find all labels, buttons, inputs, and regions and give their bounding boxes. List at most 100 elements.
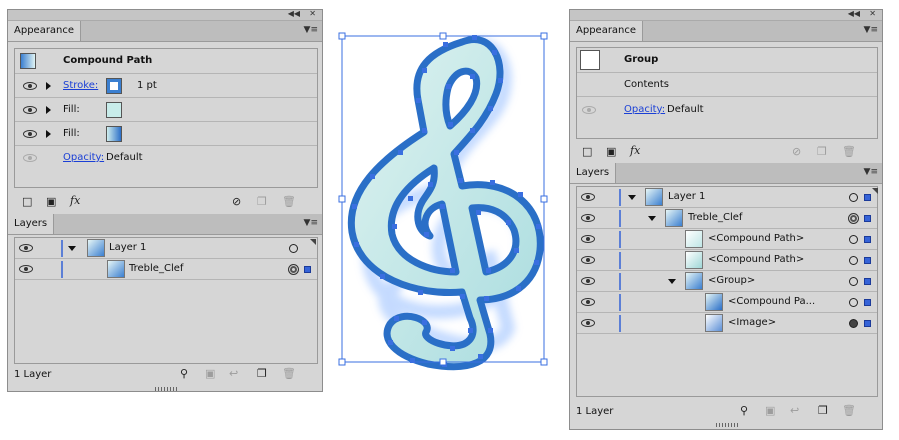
eye-icon[interactable] [581, 214, 595, 222]
layer-row[interactable]: <Image> [577, 313, 877, 334]
selection-indicator[interactable] [864, 215, 871, 222]
eye-icon[interactable] [581, 235, 595, 243]
no-icon[interactable]: ⊘ [232, 196, 241, 208]
eye-icon[interactable] [19, 265, 33, 273]
eye-icon[interactable] [581, 193, 595, 201]
selection-indicator[interactable] [304, 266, 311, 273]
tab-appearance[interactable]: Appearance [8, 21, 82, 41]
trash-icon[interactable]: 🗑 [282, 368, 296, 380]
gripper-icon[interactable] [716, 423, 738, 427]
layer-row[interactable]: Treble_Clef [15, 259, 317, 280]
duplicate-icon[interactable]: ❐ [257, 196, 267, 208]
tab-layers[interactable]: Layers [570, 163, 617, 183]
new-sublayer-icon[interactable]: ↩ [229, 368, 238, 380]
selection-indicator[interactable] [864, 194, 871, 201]
panel-menu-icon[interactable]: ▼≡ [864, 167, 878, 177]
fx-icon[interactable]: fx [630, 145, 640, 157]
expand-arrow-icon[interactable] [648, 216, 656, 221]
layer-row[interactable]: <Compound Path> [577, 229, 877, 250]
fill-row-1[interactable]: Fill: [15, 98, 317, 122]
close-icon[interactable]: ✕ [309, 9, 316, 19]
expand-arrow-icon[interactable] [68, 246, 76, 251]
fill-swatch[interactable] [106, 102, 122, 118]
stroke-swatch[interactable] [106, 78, 122, 94]
opacity-label[interactable]: Opacity: [624, 104, 665, 115]
expand-arrow-icon[interactable] [46, 106, 51, 114]
stroke-label[interactable]: Stroke: [63, 80, 98, 91]
close-icon[interactable]: ✕ [869, 9, 876, 19]
eye-icon[interactable] [581, 277, 595, 285]
no-icon[interactable]: ⊘ [792, 146, 801, 158]
layer-name[interactable]: <Compound Path> [708, 254, 804, 265]
layer-row[interactable]: Treble_Clef [577, 208, 877, 229]
target-icon[interactable] [848, 213, 859, 224]
selection-indicator[interactable] [864, 299, 871, 306]
panel-menu-icon[interactable]: ▼≡ [864, 25, 878, 35]
layer-name[interactable]: Layer 1 [109, 242, 146, 253]
panel-title-bar[interactable]: ◀◀ ✕ [8, 9, 322, 21]
layer-name[interactable]: <Compound Pa... [728, 296, 815, 307]
new-art-basic-appearance-icon[interactable]: □ [22, 196, 32, 208]
collapse-icon[interactable]: ◀◀ [848, 9, 860, 19]
eye-icon[interactable] [23, 154, 37, 162]
opacity-label[interactable]: Opacity: [63, 152, 104, 163]
target-icon[interactable] [849, 298, 858, 307]
opacity-row[interactable]: Opacity: Default [15, 146, 317, 170]
target-icon[interactable] [849, 319, 858, 328]
stroke-row[interactable]: Stroke: 1 pt [15, 74, 317, 98]
panel-menu-icon[interactable]: ▼≡ [304, 218, 318, 228]
panel-menu-icon[interactable]: ▼≡ [304, 25, 318, 35]
eye-icon[interactable] [581, 319, 595, 327]
selection-indicator[interactable] [864, 320, 871, 327]
eye-icon[interactable] [582, 106, 596, 114]
fill-row-2[interactable]: Fill: [15, 122, 317, 146]
make-clipping-mask-icon[interactable]: ▣ [765, 405, 775, 417]
layer-row[interactable]: <Compound Pa... [577, 292, 877, 313]
eye-icon[interactable] [23, 130, 37, 138]
layer-name[interactable]: <Group> [708, 275, 755, 286]
trash-icon[interactable]: 🗑 [842, 146, 856, 158]
collapse-icon[interactable]: ◀◀ [288, 9, 300, 19]
eye-icon[interactable] [581, 298, 595, 306]
new-layer-icon[interactable]: ❐ [818, 405, 828, 417]
layer-name[interactable]: <Compound Path> [708, 233, 804, 244]
expand-arrow-icon[interactable] [628, 195, 636, 200]
new-layer-icon[interactable]: ❐ [257, 368, 267, 380]
eye-icon[interactable] [581, 256, 595, 264]
layer-row[interactable]: Layer 1 [15, 238, 317, 259]
fx-icon[interactable]: fx [70, 195, 80, 207]
trash-icon[interactable]: 🗑 [282, 196, 296, 208]
layer-name[interactable]: <Image> [728, 317, 776, 328]
eye-icon[interactable] [23, 82, 37, 90]
selection-indicator[interactable] [864, 278, 871, 285]
duplicate-icon[interactable]: ❐ [817, 146, 827, 158]
layer-name[interactable]: Treble_Clef [688, 212, 742, 223]
expand-arrow-icon[interactable] [46, 130, 51, 138]
target-icon[interactable] [289, 244, 298, 253]
expand-arrow-icon[interactable] [668, 279, 676, 284]
trash-icon[interactable]: 🗑 [842, 405, 856, 417]
layer-row[interactable]: <Group> [577, 271, 877, 292]
make-clipping-mask-icon[interactable]: ▣ [205, 368, 215, 380]
eye-icon[interactable] [23, 106, 37, 114]
locate-object-icon[interactable]: ⚲ [180, 368, 188, 380]
fill-swatch[interactable] [106, 126, 122, 142]
appearance-object-row[interactable]: Group [577, 48, 877, 73]
clear-appearance-icon[interactable]: ▣ [46, 196, 56, 208]
target-icon[interactable] [849, 256, 858, 265]
target-icon[interactable] [849, 277, 858, 286]
layer-row[interactable]: Layer 1 [577, 187, 878, 208]
new-art-basic-appearance-icon[interactable]: □ [582, 146, 592, 158]
eye-icon[interactable] [19, 244, 33, 252]
contents-row[interactable]: Contents [577, 73, 877, 97]
panel-title-bar[interactable]: ◀◀ ✕ [570, 9, 882, 21]
target-icon[interactable] [288, 264, 299, 275]
tab-layers[interactable]: Layers [8, 214, 55, 234]
layer-name[interactable]: Treble_Clef [129, 263, 183, 274]
layer-row[interactable]: <Compound Path> [577, 250, 877, 271]
appearance-object-row[interactable]: Compound Path [15, 49, 317, 74]
clear-appearance-icon[interactable]: ▣ [606, 146, 616, 158]
new-sublayer-icon[interactable]: ↩ [790, 405, 799, 417]
tab-appearance[interactable]: Appearance [570, 21, 644, 41]
selection-indicator[interactable] [864, 236, 871, 243]
